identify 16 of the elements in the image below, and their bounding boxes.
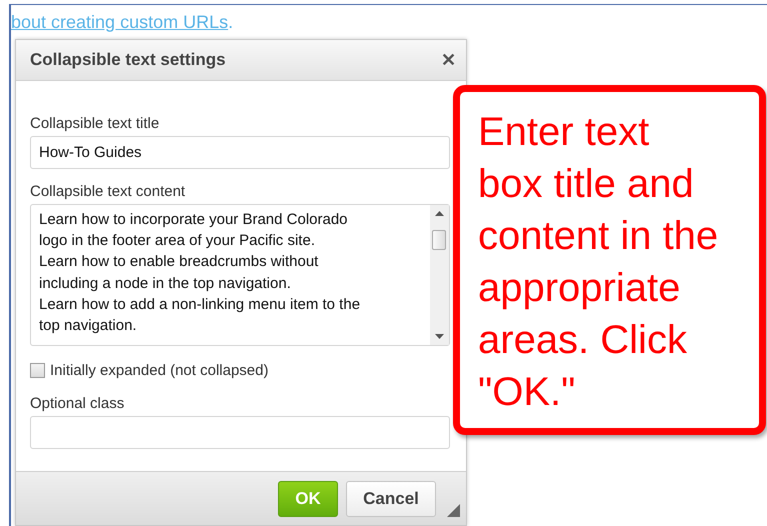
scroll-down-icon[interactable] — [435, 334, 444, 339]
link-punctuation: . — [228, 12, 234, 32]
callout-text: Enter text box title and content in the appropriate areas. Click "OK." — [478, 109, 720, 416]
scrollbar-thumb[interactable] — [432, 230, 446, 250]
text-field[interactable]: How-To Guides — [30, 136, 450, 169]
field-label: Collapsible text title — [30, 115, 160, 132]
close-button[interactable]: ✕ — [441, 49, 456, 71]
field-label: Collapsible text content — [30, 183, 186, 200]
cancel-button[interactable]: Cancel — [346, 480, 436, 516]
scroll-up-icon[interactable] — [435, 211, 444, 216]
checkbox-label: Initially expanded (not collapsed) — [50, 362, 268, 379]
resize-grip-icon[interactable] — [447, 504, 460, 517]
checkbox[interactable] — [30, 363, 45, 378]
field-label: Optional class — [30, 395, 126, 412]
dialog-title: Collapsible text settings — [30, 50, 226, 70]
text-area[interactable]: Learn how to incorporate your Brand Colorado logo in the footer area of your Pacific site. Learn how to enable breadcrumbs without including a node in the top navigation. Learn how to add a non-linking menu item to the top navigation. — [30, 204, 450, 346]
